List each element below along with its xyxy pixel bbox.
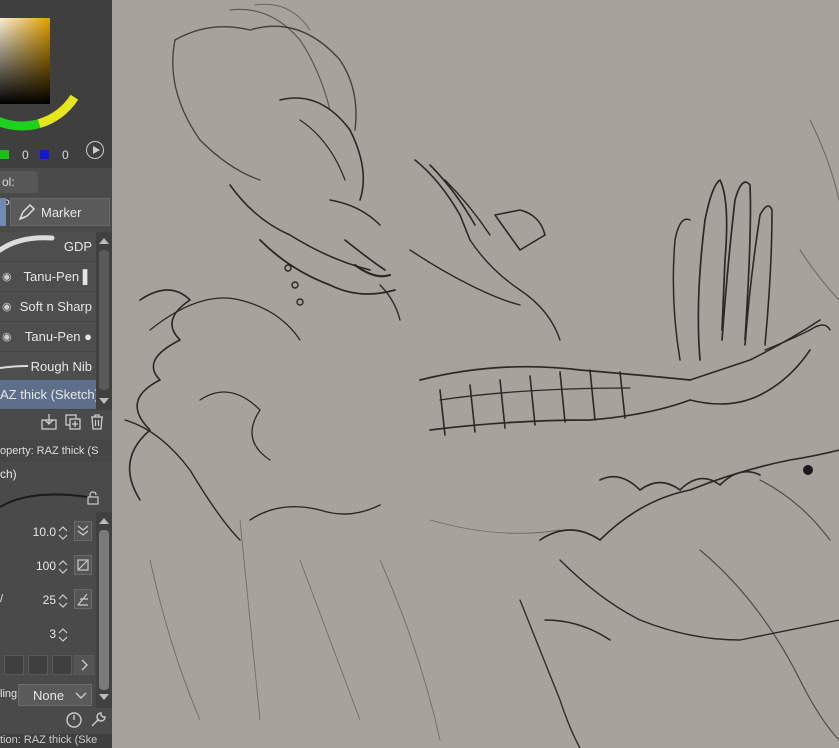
preset-label: ch) [0, 467, 17, 481]
sketch-artwork [124, 3, 839, 748]
tanuki-icon: ◉ [2, 331, 12, 343]
blue-value: 0 [62, 148, 69, 162]
drawing-canvas[interactable] [112, 0, 839, 748]
property-scrollbar[interactable] [96, 512, 112, 708]
brush-item-gdp[interactable]: GDP [0, 232, 96, 262]
wrench-icon[interactable] [88, 710, 108, 730]
sub-tool-detail-header: operty: RAZ thick (S [0, 440, 112, 462]
texture-cell[interactable] [52, 655, 72, 675]
brush-label: Tanu-Pen ● [24, 329, 92, 344]
bottom-panel-tab[interactable]: tion: RAZ thick (Ske [0, 734, 112, 748]
chevron-down-icon [75, 692, 87, 699]
brush-label: Soft n Sharp [19, 299, 92, 314]
spin-arrows-icon[interactable] [58, 560, 68, 574]
tool-panel: 0 0 ol: Pen Marker GDP ◉ Tanu-Pen ▌ [0, 0, 112, 748]
opacity-mode-button[interactable] [74, 555, 92, 575]
brush-list-scrollbar[interactable] [96, 232, 112, 410]
stabilization-label: / [0, 593, 4, 605]
pressure-icon [77, 525, 89, 536]
slash-square-icon [77, 559, 89, 571]
brush-item-raz-thick-sketch[interactable]: AZ thick (Sketch) [0, 380, 99, 410]
brush-label: Tanu-Pen ▌ [23, 269, 92, 284]
brush-list-toolbar [0, 410, 112, 436]
spin-arrows-icon[interactable] [58, 526, 68, 540]
texture-next-button[interactable] [74, 655, 94, 675]
scroll-up-icon[interactable] [99, 238, 109, 244]
color-wheel-panel: 0 0 [0, 0, 112, 168]
spin-arrows-icon[interactable] [58, 628, 68, 642]
anti-aliasing-value: None [33, 688, 65, 703]
tanuki-icon: ◉ [2, 301, 12, 313]
lock-icon[interactable] [86, 491, 100, 505]
tanuki-icon: ◉ [2, 271, 12, 283]
scroll-down-icon[interactable] [99, 694, 109, 700]
property-footer-icons [0, 708, 112, 732]
pen-nib-icon [18, 203, 36, 221]
stroke-preview-icon [0, 365, 29, 369]
green-value: 0 [22, 148, 29, 162]
scroll-down-icon[interactable] [99, 398, 109, 404]
chevron-right-icon [81, 659, 88, 671]
play-icon[interactable] [86, 141, 104, 159]
trash-icon[interactable] [88, 413, 106, 431]
import-icon[interactable] [40, 413, 58, 431]
tab-marker-label: Marker [41, 205, 82, 220]
brush-size-value[interactable]: 10.0 [33, 525, 56, 539]
opacity-value[interactable]: 100 [36, 559, 56, 573]
spin-arrows-icon[interactable] [58, 594, 68, 608]
texture-cell[interactable] [4, 655, 24, 675]
green-swatch [0, 150, 9, 159]
brush-item-tanu-pen-1[interactable]: ◉ Tanu-Pen ▌ [0, 262, 96, 292]
brush-label: GDP [63, 239, 92, 254]
param-value[interactable]: 3 [49, 627, 56, 641]
stroke-preview-icon [0, 493, 89, 508]
stabilization-value[interactable]: 25 [43, 593, 56, 607]
stabilization-mode-button[interactable] [74, 589, 92, 609]
stroke-preview-icon [0, 235, 55, 253]
texture-cell[interactable] [28, 655, 48, 675]
brush-item-tanu-pen-2[interactable]: ◉ Tanu-Pen ● [0, 322, 96, 352]
graph-icon [77, 593, 88, 606]
scroll-up-icon[interactable] [99, 518, 109, 524]
scroll-thumb[interactable] [99, 250, 109, 390]
brush-item-soft-n-sharp[interactable]: ◉ Soft n Sharp [0, 292, 96, 322]
pressure-size-button[interactable] [74, 521, 92, 541]
blue-swatch [40, 150, 49, 159]
scroll-thumb[interactable] [99, 530, 109, 690]
tab-marker[interactable]: Marker [10, 198, 110, 226]
brush-preset-preview: ch) [0, 463, 112, 513]
brush-item-rough-nib[interactable]: Rough Nib [0, 352, 96, 382]
anti-aliasing-label: ling [0, 688, 18, 700]
anti-aliasing-select[interactable]: None [18, 684, 92, 706]
tool-property-tab[interactable]: ol: Pen [0, 171, 38, 211]
brush-label: Rough Nib [30, 359, 92, 374]
reset-icon[interactable] [64, 710, 84, 730]
subtool-tab-selected[interactable] [0, 198, 6, 226]
duplicate-icon[interactable] [64, 413, 82, 431]
subtool-tabs: Marker [0, 196, 112, 230]
brush-list: GDP ◉ Tanu-Pen ▌ ◉ Soft n Sharp ◉ Tanu-P… [0, 232, 99, 410]
color-wheel[interactable] [0, 0, 112, 146]
brush-label: AZ thick (Sketch) [0, 387, 99, 402]
